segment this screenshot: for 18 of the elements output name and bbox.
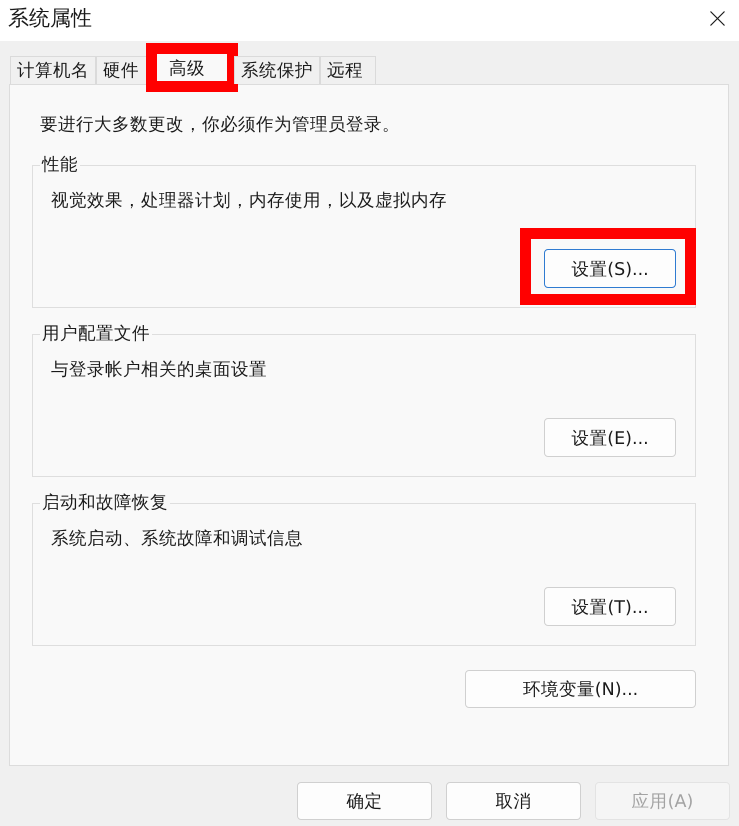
tab[interactable]: 系统保护 (234, 56, 320, 84)
admin-notice: 要进行大多数更改，你必须作为管理员登录。 (40, 114, 401, 137)
group-title: 用户配置文件 (41, 323, 151, 346)
settings-button[interactable]: 设置(S)... (544, 249, 676, 288)
group-title: 启动和故障恢复 (41, 492, 169, 515)
settings-button[interactable]: 设置(T)... (544, 587, 676, 626)
window-title: 系统属性 (8, 5, 92, 32)
group-title: 性能 (40, 154, 79, 177)
close-icon (710, 10, 724, 26)
dialog-button[interactable]: 取消 (446, 782, 581, 820)
group-description: 与登录帐户相关的桌面设置 (51, 359, 268, 382)
tab[interactable]: 计算机名 (10, 56, 96, 84)
group-description: 视觉效果，处理器计划，内存使用，以及虚拟内存 (51, 190, 448, 213)
dialog-button[interactable]: 确定 (297, 782, 432, 820)
environment-variables-button[interactable]: 环境变量(N)... (465, 670, 696, 708)
group-description: 系统启动、系统故障和调试信息 (51, 528, 304, 551)
tab[interactable]: 远程 (320, 56, 376, 84)
settings-button[interactable]: 设置(E)... (544, 418, 676, 457)
